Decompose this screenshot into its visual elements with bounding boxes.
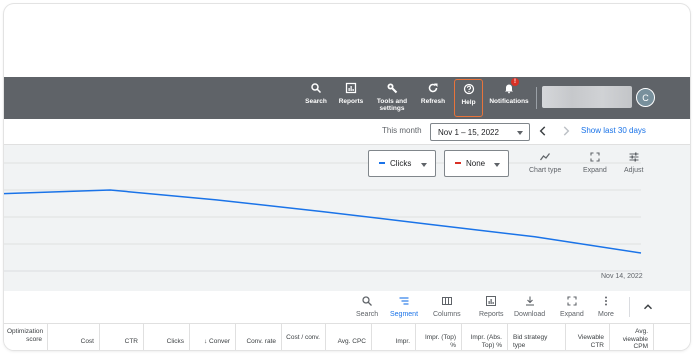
metric-1-select[interactable]: Clicks — [368, 150, 436, 177]
chart-adjust-button[interactable]: Adjust — [624, 151, 643, 174]
help-icon — [463, 83, 474, 95]
search-icon — [362, 296, 373, 306]
chart-adjust-label: Adjust — [624, 167, 644, 174]
table-expand-button[interactable]: Expand — [560, 295, 584, 318]
table-download-label: Download — [514, 311, 546, 318]
chevron-up-icon[interactable] — [641, 300, 655, 314]
table-columns-button[interactable]: Columns — [433, 295, 461, 318]
notification-badge: ! — [511, 78, 519, 86]
dropdown-caret-icon — [494, 163, 500, 167]
avatar[interactable]: C — [636, 88, 655, 107]
toolbar-search-label: Search — [305, 98, 327, 105]
toolbar-refresh-label: Refresh — [420, 98, 446, 105]
top-toolbar: Search Reports Tools and settings Refres… — [4, 77, 690, 119]
table-search-button[interactable]: Search — [356, 295, 378, 318]
metric-2-select[interactable]: None — [444, 150, 509, 177]
toolbar-reports-button[interactable]: Reports — [334, 77, 368, 119]
table-expand-label: Expand — [560, 311, 584, 318]
metric-1-label: Clicks — [390, 159, 412, 168]
chart-expand-label: Expand — [583, 167, 607, 174]
chart-type-button[interactable]: Chart type — [529, 151, 561, 174]
chart-type-label: Chart type — [529, 167, 562, 174]
column-header-conversions[interactable]: ↓ Conver — [190, 324, 236, 350]
chevron-right-icon[interactable] — [559, 124, 573, 138]
column-header-impr-top[interactable]: Impr. (Top) % — [416, 324, 462, 350]
table-segment-button[interactable]: Segment — [390, 295, 418, 318]
column-header-clicks[interactable]: Clicks — [144, 324, 190, 350]
table-reports-button[interactable]: Reports — [479, 295, 504, 318]
table-segment-label: Segment — [390, 311, 419, 318]
adjust-icon — [629, 152, 639, 162]
table-more-button[interactable]: More — [598, 295, 614, 318]
table-toolbar: Search Segment Columns Reports Download … — [4, 291, 690, 323]
more-vert-icon — [604, 296, 607, 306]
toolbar-divider — [536, 87, 537, 109]
table-download-button[interactable]: Download — [514, 295, 545, 318]
show-last-30-days-link[interactable]: Show last 30 days — [581, 126, 646, 135]
table-header-row: Optimization score Cost CTR Clicks ↓ Con… — [4, 323, 690, 350]
main-panel: Search Reports Tools and settings Refres… — [4, 4, 690, 350]
account-info-redacted[interactable] — [542, 86, 632, 108]
reports-icon — [486, 296, 497, 306]
date-range-value: Nov 1 – 15, 2022 — [438, 128, 499, 137]
reports-icon — [345, 82, 357, 94]
table-more-label: More — [598, 311, 614, 318]
toolbar-search-button[interactable]: Search — [301, 77, 331, 119]
date-range-row: This month Nov 1 – 15, 2022 Show last 30… — [4, 119, 690, 145]
column-header-optimization-score[interactable]: Optimization score — [4, 324, 48, 350]
column-header-viewable-ctr[interactable]: Viewable CTR — [566, 324, 610, 350]
date-preset-label: This month — [382, 126, 422, 135]
metric-2-label: None — [466, 159, 486, 168]
column-header-ctr[interactable]: CTR — [100, 324, 144, 350]
columns-icon — [441, 297, 452, 305]
column-header-conv-rate[interactable]: Conv. rate — [236, 324, 282, 350]
toolbar-reports-label: Reports — [338, 98, 364, 105]
search-icon — [311, 83, 322, 94]
toolbar-divider — [629, 297, 630, 317]
column-header-avg-cpc[interactable]: Avg. CPC — [326, 324, 372, 350]
toolbar-help-label: Help — [461, 99, 476, 106]
expand-icon — [590, 152, 600, 162]
dropdown-caret-icon — [421, 163, 427, 167]
column-header-cost[interactable]: Cost — [48, 324, 100, 350]
toolbar-notifications-button[interactable]: ! Notifications — [486, 77, 532, 119]
dropdown-caret-icon — [517, 131, 523, 135]
metric-2-color-swatch — [455, 161, 461, 164]
line-chart-icon — [540, 153, 551, 161]
chart-expand-button[interactable]: Expand — [583, 151, 607, 174]
date-range-select[interactable]: Nov 1 – 15, 2022 — [430, 123, 530, 141]
chart-area: Clicks None Chart type Expand Adjust Nov… — [4, 145, 690, 291]
chevron-left-icon[interactable] — [536, 124, 550, 138]
refresh-icon — [428, 83, 438, 93]
metric-1-color-swatch — [379, 161, 385, 164]
wrench-icon — [387, 83, 398, 94]
table-search-label: Search — [356, 311, 379, 318]
chart-end-date-label: Nov 14, 2022 — [601, 273, 643, 280]
table-columns-label: Columns — [433, 311, 461, 318]
toolbar-refresh-button[interactable]: Refresh — [416, 77, 450, 119]
table-reports-label: Reports — [479, 311, 504, 318]
toolbar-notifications-label: Notifications — [489, 98, 529, 105]
column-header-impr-abs-top[interactable]: Impr. (Abs. Top) % — [462, 324, 508, 350]
expand-icon — [567, 296, 577, 306]
toolbar-tools-button[interactable]: Tools and settings — [372, 77, 412, 119]
column-header-cost-per-conv[interactable]: Cost / conv. — [282, 324, 326, 350]
column-header-avg-viewable-cpm[interactable]: Avg. viewable CPM — [610, 324, 654, 350]
download-icon — [525, 296, 534, 306]
segment-icon — [399, 297, 409, 305]
toolbar-help-button[interactable]: Help — [454, 79, 483, 117]
toolbar-tools-label: Tools and settings — [376, 98, 408, 112]
column-header-bid-strategy-type[interactable]: Bid strategy type — [508, 324, 566, 350]
column-header-impr[interactable]: Impr. — [372, 324, 416, 350]
